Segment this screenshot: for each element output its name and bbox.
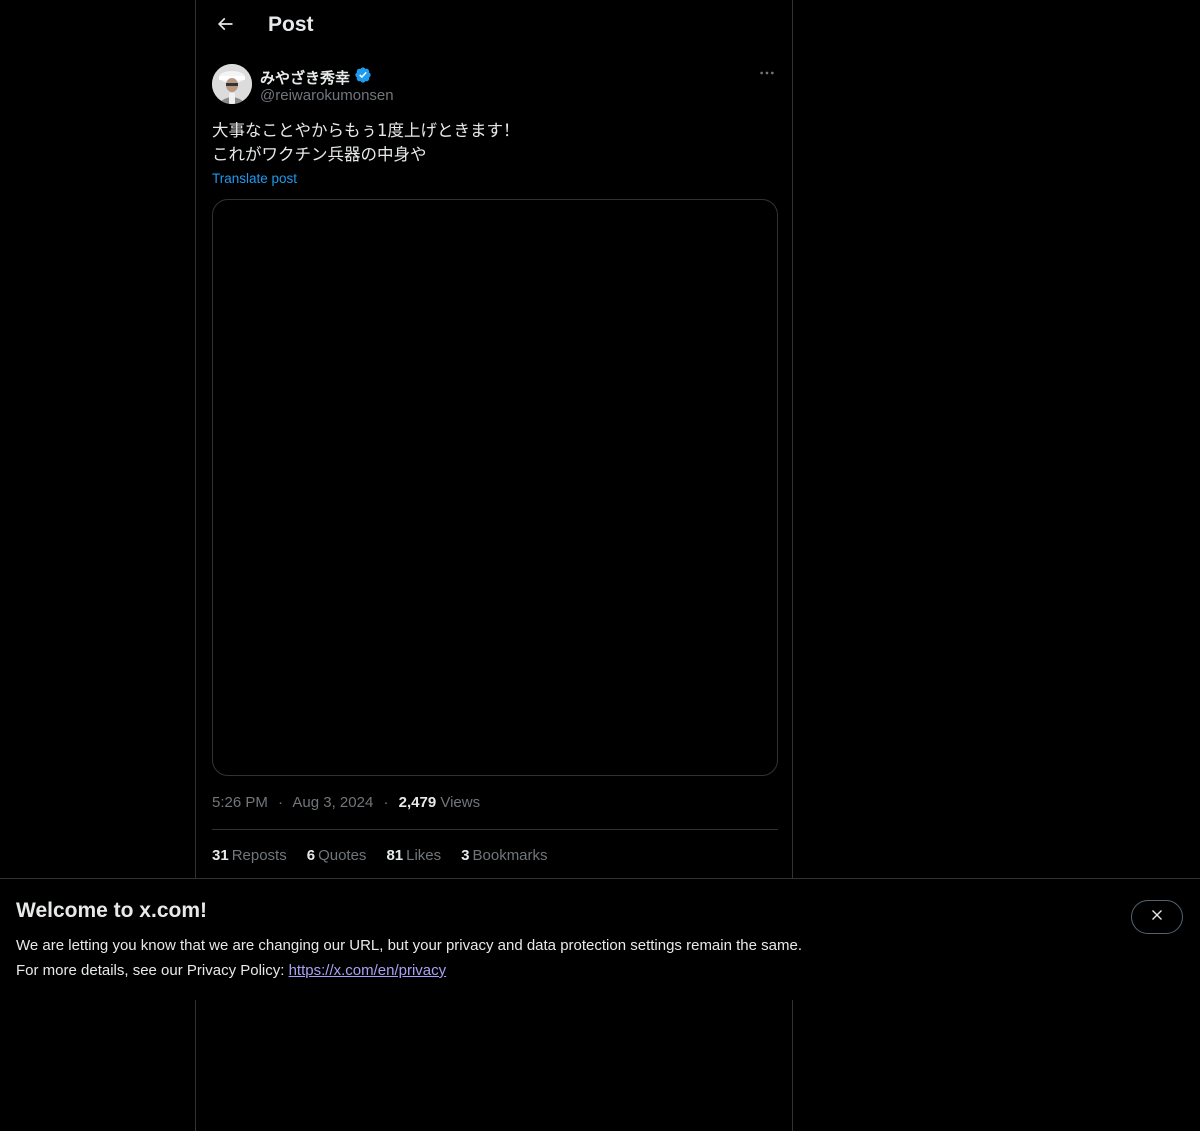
post-date[interactable]: Aug 3, 2024 [292,794,373,811]
views-label: Views [440,794,481,811]
banner-message: We are letting you know that we are chan… [16,937,802,954]
banner-close-button[interactable] [1131,900,1183,934]
post-text-line: これがワクチン兵器の中身や [212,145,427,164]
meta-separator: · [278,794,284,811]
arrow-left-icon [215,14,235,39]
stat-quotes[interactable]: 6 Quotes [307,847,367,864]
post-author: みやざき秀幸 @reiwarokumonsen [212,64,778,108]
post-meta: 5:26 PM · Aug 3, 2024 · 2,479 Views [212,794,480,811]
stat-reposts[interactable]: 31 Reposts [212,847,287,864]
privacy-policy-link[interactable]: https://x.com/en/privacy [289,962,447,979]
more-options-button[interactable] [756,65,778,85]
display-name-text: みやざき秀幸 [260,69,351,87]
page: Post みやざき秀幸 @reiwarokumonsen 大事なことやからもぅ1… [0,0,1200,1131]
post-media[interactable] [212,199,778,776]
divider [212,829,778,830]
post-stats: 31 Reposts 6 Quotes 81 Likes 3 Bookmarks [212,847,548,864]
banner-title: Welcome to x.com! [16,899,207,922]
more-horizontal-icon [759,65,775,86]
stat-count: 6 [306,847,316,864]
close-icon [1149,907,1165,928]
post-text-line: 大事なことやからもぅ1度上げときます！ [212,121,520,140]
page-header: Post [196,0,794,54]
author-handle[interactable]: @reiwarokumonsen [260,87,394,104]
translate-post-link[interactable]: Translate post [212,171,297,186]
author-display-name[interactable]: みやざき秀幸 [260,66,372,88]
banner-privacy-line: For more details, see our Privacy Policy… [16,962,446,979]
stat-label: Reposts [231,847,287,864]
banner-privacy-prefix: For more details, see our Privacy Policy… [16,962,289,979]
stat-count: 31 [212,847,229,864]
stat-bookmarks[interactable]: 3 Bookmarks [461,847,547,864]
url-change-banner: Welcome to x.com! We are letting you kno… [0,878,1200,1000]
meta-separator: · [383,794,389,811]
stat-label: Bookmarks [472,847,548,864]
page-title: Post [268,13,314,36]
avatar[interactable] [212,64,252,104]
stat-label: Quotes [318,847,367,864]
stat-count: 3 [461,847,470,864]
post-time[interactable]: 5:26 PM [212,794,268,811]
stat-count: 81 [386,847,404,864]
back-button[interactable] [208,9,242,43]
views-count: 2,479 [398,794,437,811]
verified-badge-icon [354,66,372,88]
stat-likes[interactable]: 81 Likes [386,847,441,864]
stat-label: Likes [406,847,442,864]
post-text: 大事なことやからもぅ1度上げときます！ これがワクチン兵器の中身や [212,119,778,167]
